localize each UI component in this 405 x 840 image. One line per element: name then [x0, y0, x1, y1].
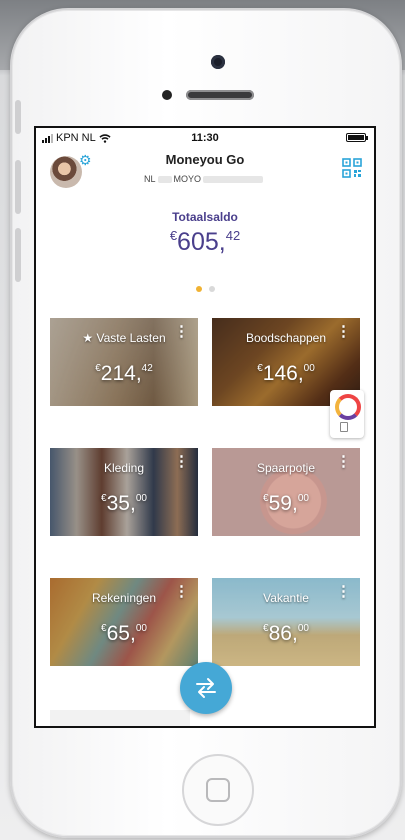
pot-amount: €35,00 — [50, 492, 198, 516]
pot-decimals: 00 — [297, 493, 309, 504]
more-vertical-icon[interactable]: ⋮ — [336, 584, 351, 599]
pot-decimals: 00 — [297, 623, 309, 634]
qr-code-icon[interactable] — [342, 158, 362, 178]
page-indicator — [36, 286, 374, 292]
pot-decimals: 00 — [135, 623, 147, 634]
transfer-button[interactable] — [180, 662, 232, 714]
front-camera — [211, 55, 225, 69]
pot-whole: 35, — [106, 492, 136, 515]
pot-whole: 59, — [268, 492, 298, 515]
card-logo-ring — [335, 394, 361, 420]
iban-bank-code: MOYO — [173, 174, 202, 184]
pot-tile-spaarpotje[interactable]: Spaarpotje €59,00 ⋮ — [212, 448, 360, 536]
pot-decimals: 00 — [303, 363, 315, 374]
iban-masked-number — [203, 175, 264, 183]
pot-whole: 65, — [106, 622, 136, 645]
status-time: 11:30 — [191, 132, 219, 144]
home-button[interactable] — [182, 754, 254, 826]
pot-whole: 86, — [268, 622, 298, 645]
volume-down-button — [15, 228, 21, 282]
pot-amount: €146,00 — [212, 362, 360, 386]
account-iban: NL MOYO — [144, 174, 265, 184]
transfer-arrows-icon — [196, 678, 216, 698]
pot-amount: €59,00 — [212, 492, 360, 516]
pot-whole: 146, — [262, 362, 304, 385]
proximity-sensor — [162, 90, 172, 100]
balance-decimals: 42 — [225, 228, 241, 243]
pot-tile-kleding[interactable]: Kleding €35,00 ⋮ — [50, 448, 198, 536]
pot-tile-rekeningen[interactable]: Rekeningen €65,00 ⋮ — [50, 578, 198, 666]
debit-card-icon[interactable] — [330, 390, 364, 438]
battery-icon — [346, 133, 368, 142]
total-balance-amount: €605,42 — [36, 228, 374, 257]
pot-amount: €214,42 — [50, 362, 198, 386]
page-dot-active[interactable] — [195, 286, 202, 292]
pot-amount: €65,00 — [50, 622, 198, 646]
more-vertical-icon[interactable]: ⋮ — [336, 324, 351, 339]
volume-up-button — [15, 160, 21, 214]
pot-tile-vakantie[interactable]: Vakantie €86,00 ⋮ — [212, 578, 360, 666]
earpiece-speaker — [186, 90, 254, 100]
pot-decimals: 42 — [141, 363, 153, 374]
app-title: Moneyou Go — [165, 152, 245, 167]
iban-prefix: NL — [144, 174, 156, 184]
app-screen: KPN NL 11:30 ⚙ Moneyou Go NL MOYO Totaal… — [34, 126, 376, 728]
page-dot[interactable] — [208, 286, 215, 292]
more-vertical-icon[interactable]: ⋮ — [174, 584, 189, 599]
pot-amount: €86,00 — [212, 622, 360, 646]
total-balance-label: Totaalsaldo — [172, 210, 238, 224]
pot-tile-vaste-lasten[interactable]: ★ Vaste Lasten €214,42 ⋮ — [50, 318, 198, 406]
status-bar: KPN NL 11:30 — [36, 128, 374, 148]
pot-name: Vaste Lasten — [96, 331, 166, 345]
mute-switch — [15, 100, 21, 134]
balance-currency: € — [169, 228, 178, 243]
balance-whole: 605, — [177, 228, 226, 256]
more-vertical-icon[interactable]: ⋮ — [336, 454, 351, 469]
pot-decimals: 00 — [135, 493, 147, 504]
star-icon: ★ — [82, 331, 97, 345]
home-button-square — [206, 778, 230, 802]
pot-whole: 214, — [100, 362, 142, 385]
more-vertical-icon[interactable]: ⋮ — [174, 454, 189, 469]
iban-masked-digits — [157, 175, 172, 183]
more-vertical-icon[interactable]: ⋮ — [174, 324, 189, 339]
next-pot-row — [50, 710, 190, 726]
card-chip — [340, 422, 348, 432]
